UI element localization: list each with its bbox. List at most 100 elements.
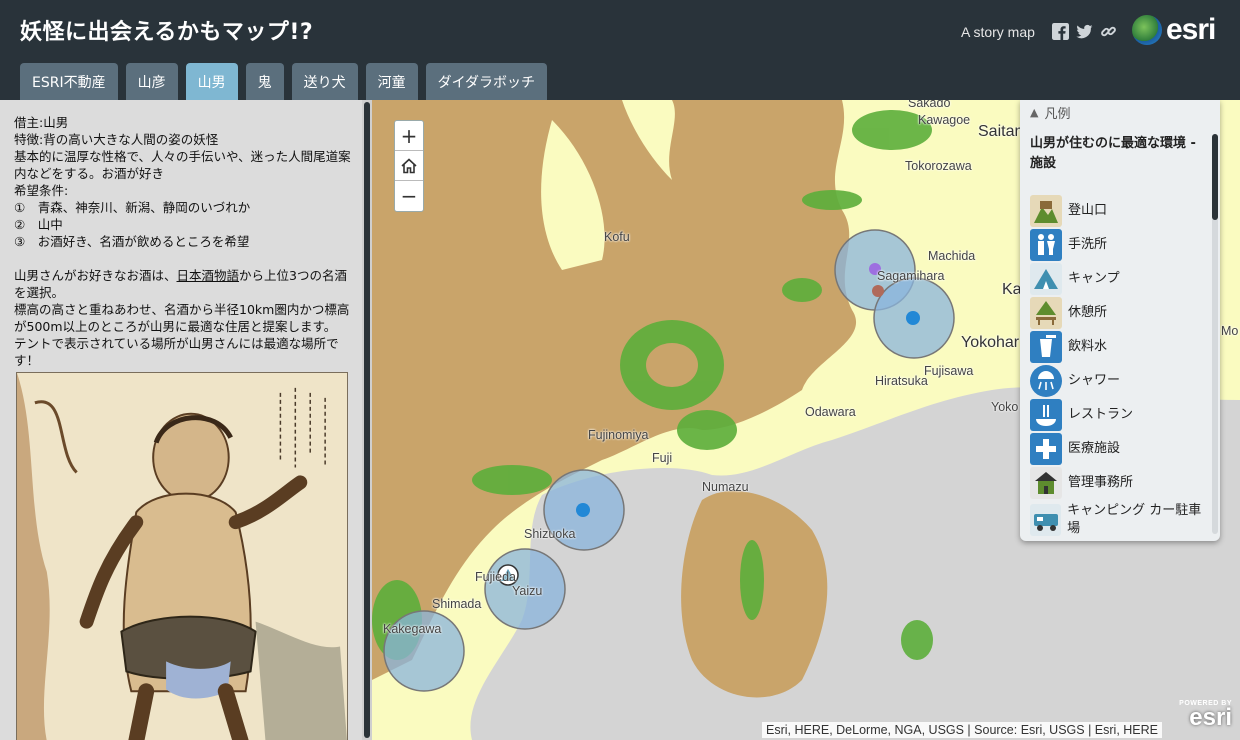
- esri-logo-text: esri: [1166, 13, 1216, 46]
- legend-label: キャンプ: [1068, 271, 1120, 286]
- legend-item: 手洗所: [1030, 228, 1210, 262]
- panel-scrollbar-thumb[interactable]: [364, 102, 370, 738]
- legend-list: 登山口 手洗所 キャンプ 休憩所 飲料水 シャワー レストラン 医療施設 管理事…: [1020, 194, 1220, 540]
- place-label: Fujisawa: [924, 364, 974, 378]
- panel-line: ① 青森、神奈川、新潟、静岡のいづれか: [14, 200, 251, 215]
- zoom-controls: + −: [394, 120, 424, 212]
- tab-bar: ESRI不動産 山彦 山男 鬼 送り犬 河童 ダイダラボッチ: [20, 63, 548, 100]
- place-label: Sakado: [908, 100, 951, 110]
- legend-title: 凡例: [1044, 106, 1071, 122]
- powered-by-esri-logo[interactable]: POWERED BY esri: [1172, 700, 1232, 734]
- panel-line: 希望条件:: [14, 183, 69, 198]
- rv-parking-icon: [1030, 504, 1062, 536]
- map-attribution: Esri, HERE, DeLorme, NGA, USGS | Source:…: [762, 722, 1162, 738]
- panel-paragraph: 標高の高さと重ねあわせ、名酒から半径10km圏内かつ標高が500m以上のところが…: [14, 302, 350, 334]
- legend-label: 休憩所: [1068, 305, 1108, 320]
- place-label: Odawara: [805, 405, 856, 419]
- panel-description: 借主:山男 特徴:背の高い大きな人間の姿の妖怪 基本的に温厚な性格で、人々の手伝…: [14, 114, 354, 369]
- globe-icon: [1132, 15, 1162, 45]
- place-label: Yaizu: [512, 584, 543, 598]
- legend-item: 休憩所: [1030, 296, 1210, 330]
- legend-scrollbar-thumb[interactable]: [1212, 134, 1218, 220]
- facebook-icon[interactable]: [1051, 22, 1069, 40]
- place-label: Mo: [1221, 324, 1239, 338]
- legend-label: シャワー: [1068, 373, 1121, 388]
- place-label: Fujinomiya: [588, 428, 649, 442]
- tent-icon: [1030, 263, 1062, 295]
- mount-fuji-summit: [646, 343, 698, 387]
- legend-item: キャンプ: [1030, 262, 1210, 296]
- place-label: Ka: [1002, 281, 1022, 298]
- legend-label: キャンピング カー駐車場: [1067, 503, 1202, 536]
- place-label: Machida: [928, 249, 976, 263]
- rest-area-icon: [1030, 297, 1062, 329]
- legend-label: 飲料水: [1068, 339, 1108, 354]
- legend-label: 手洗所: [1068, 237, 1108, 252]
- tab-daidarabocchi[interactable]: ダイダラボッチ: [425, 63, 548, 100]
- legend-item: 登山口: [1030, 194, 1210, 228]
- place-label: Tokorozawa: [905, 159, 972, 173]
- legend-item: レストラン: [1030, 398, 1210, 432]
- panel-line: ② 山中: [14, 217, 63, 232]
- medical-icon: [1030, 433, 1062, 465]
- ranger-station-icon: [1030, 467, 1062, 499]
- yamaotoko-illustration: [16, 372, 348, 740]
- place-label: Sagamihara: [877, 269, 945, 283]
- place-label: Yoko: [991, 400, 1019, 414]
- restroom-icon: [1030, 229, 1062, 261]
- tab-esri-fudousan[interactable]: ESRI不動産: [20, 63, 118, 100]
- link-icon[interactable]: [1099, 22, 1117, 40]
- chevron-up-icon: ▲: [1030, 105, 1039, 119]
- home-icon: [401, 157, 417, 173]
- brewery-marker[interactable]: [576, 503, 590, 517]
- home-button[interactable]: [395, 151, 423, 181]
- legend-label: 医療施設: [1068, 441, 1121, 456]
- tab-yamaotoko[interactable]: 山男: [185, 63, 238, 100]
- legend-toggle[interactable]: ▲ 凡例: [1020, 100, 1220, 124]
- tab-yamabiko[interactable]: 山彦: [125, 63, 178, 100]
- tab-oni[interactable]: 鬼: [245, 63, 284, 100]
- legend-item: 医療施設: [1030, 432, 1210, 466]
- legend-item: 管理事務所: [1030, 466, 1210, 500]
- trailhead-icon: [1030, 195, 1062, 227]
- place-label: Kawagoe: [918, 113, 971, 127]
- esri-logo[interactable]: esri: [1132, 12, 1224, 48]
- place-label: Hiratsuka: [875, 374, 928, 388]
- legend-item: シャワー: [1030, 364, 1210, 398]
- nihonshu-monogatari-link[interactable]: 日本酒物語: [177, 268, 240, 283]
- legend-subtitle: 山男が住むのに最適な環境 - 施設: [1030, 136, 1196, 171]
- zoom-out-button[interactable]: −: [395, 181, 423, 211]
- twitter-icon[interactable]: [1075, 22, 1093, 40]
- place-label: Yokohar: [961, 334, 1020, 351]
- story-side-panel: 借主:山男 特徴:背の高い大きな人間の姿の妖怪 基本的に温厚な性格で、人々の手伝…: [0, 100, 372, 740]
- tab-kappa[interactable]: 河童: [365, 63, 418, 100]
- place-label: Fuji: [652, 451, 673, 465]
- powered-by-brand: esri: [1189, 704, 1232, 731]
- legend-panel: ▲ 凡例 山男が住むのに最適な環境 - 施設 登山口 手洗所 キャンプ 休憩所: [1020, 100, 1220, 541]
- place-label: Numazu: [702, 480, 749, 494]
- brewery-marker[interactable]: [906, 311, 920, 325]
- legend-label: 登山口: [1068, 203, 1108, 218]
- app-title: 妖怪に出会えるかもマップ!?: [20, 20, 314, 45]
- map-view[interactable]: Sakado Kawagoe Saitam Tokorozawa Kofu Ma…: [372, 100, 1240, 740]
- panel-text: 山男さんがお好きなお酒は、: [14, 268, 177, 283]
- panel-paragraph: テントで表示されている場所が山男さんには最適な場所です！: [14, 336, 339, 368]
- tab-okuriinu[interactable]: 送り犬: [291, 63, 358, 100]
- legend-item: キャンピング カー駐車場: [1030, 500, 1210, 540]
- place-label: Fujieda: [475, 570, 516, 584]
- place-label: Shimada: [432, 597, 482, 611]
- restaurant-icon: [1030, 399, 1062, 431]
- shower-icon: [1030, 365, 1062, 397]
- legend-label: 管理事務所: [1068, 475, 1134, 490]
- drinking-water-icon: [1030, 331, 1062, 363]
- legend-item: 飲料水: [1030, 330, 1210, 364]
- panel-line: 特徴:背の高い大きな人間の姿の妖怪: [14, 132, 219, 147]
- place-label: Kakegawa: [383, 622, 442, 636]
- panel-line: 借主:山男: [14, 115, 69, 130]
- brewery-marker[interactable]: [872, 285, 884, 297]
- panel-line: ③ お酒好き、名酒が飲めるところを希望: [14, 234, 250, 249]
- place-label: Kofu: [604, 230, 630, 244]
- story-map-link[interactable]: A story map: [961, 24, 1035, 40]
- panel-paragraph: 山男さんがお好きなお酒は、日本酒物語から上位3つの名酒を選択。: [14, 267, 354, 301]
- zoom-in-button[interactable]: +: [395, 121, 423, 151]
